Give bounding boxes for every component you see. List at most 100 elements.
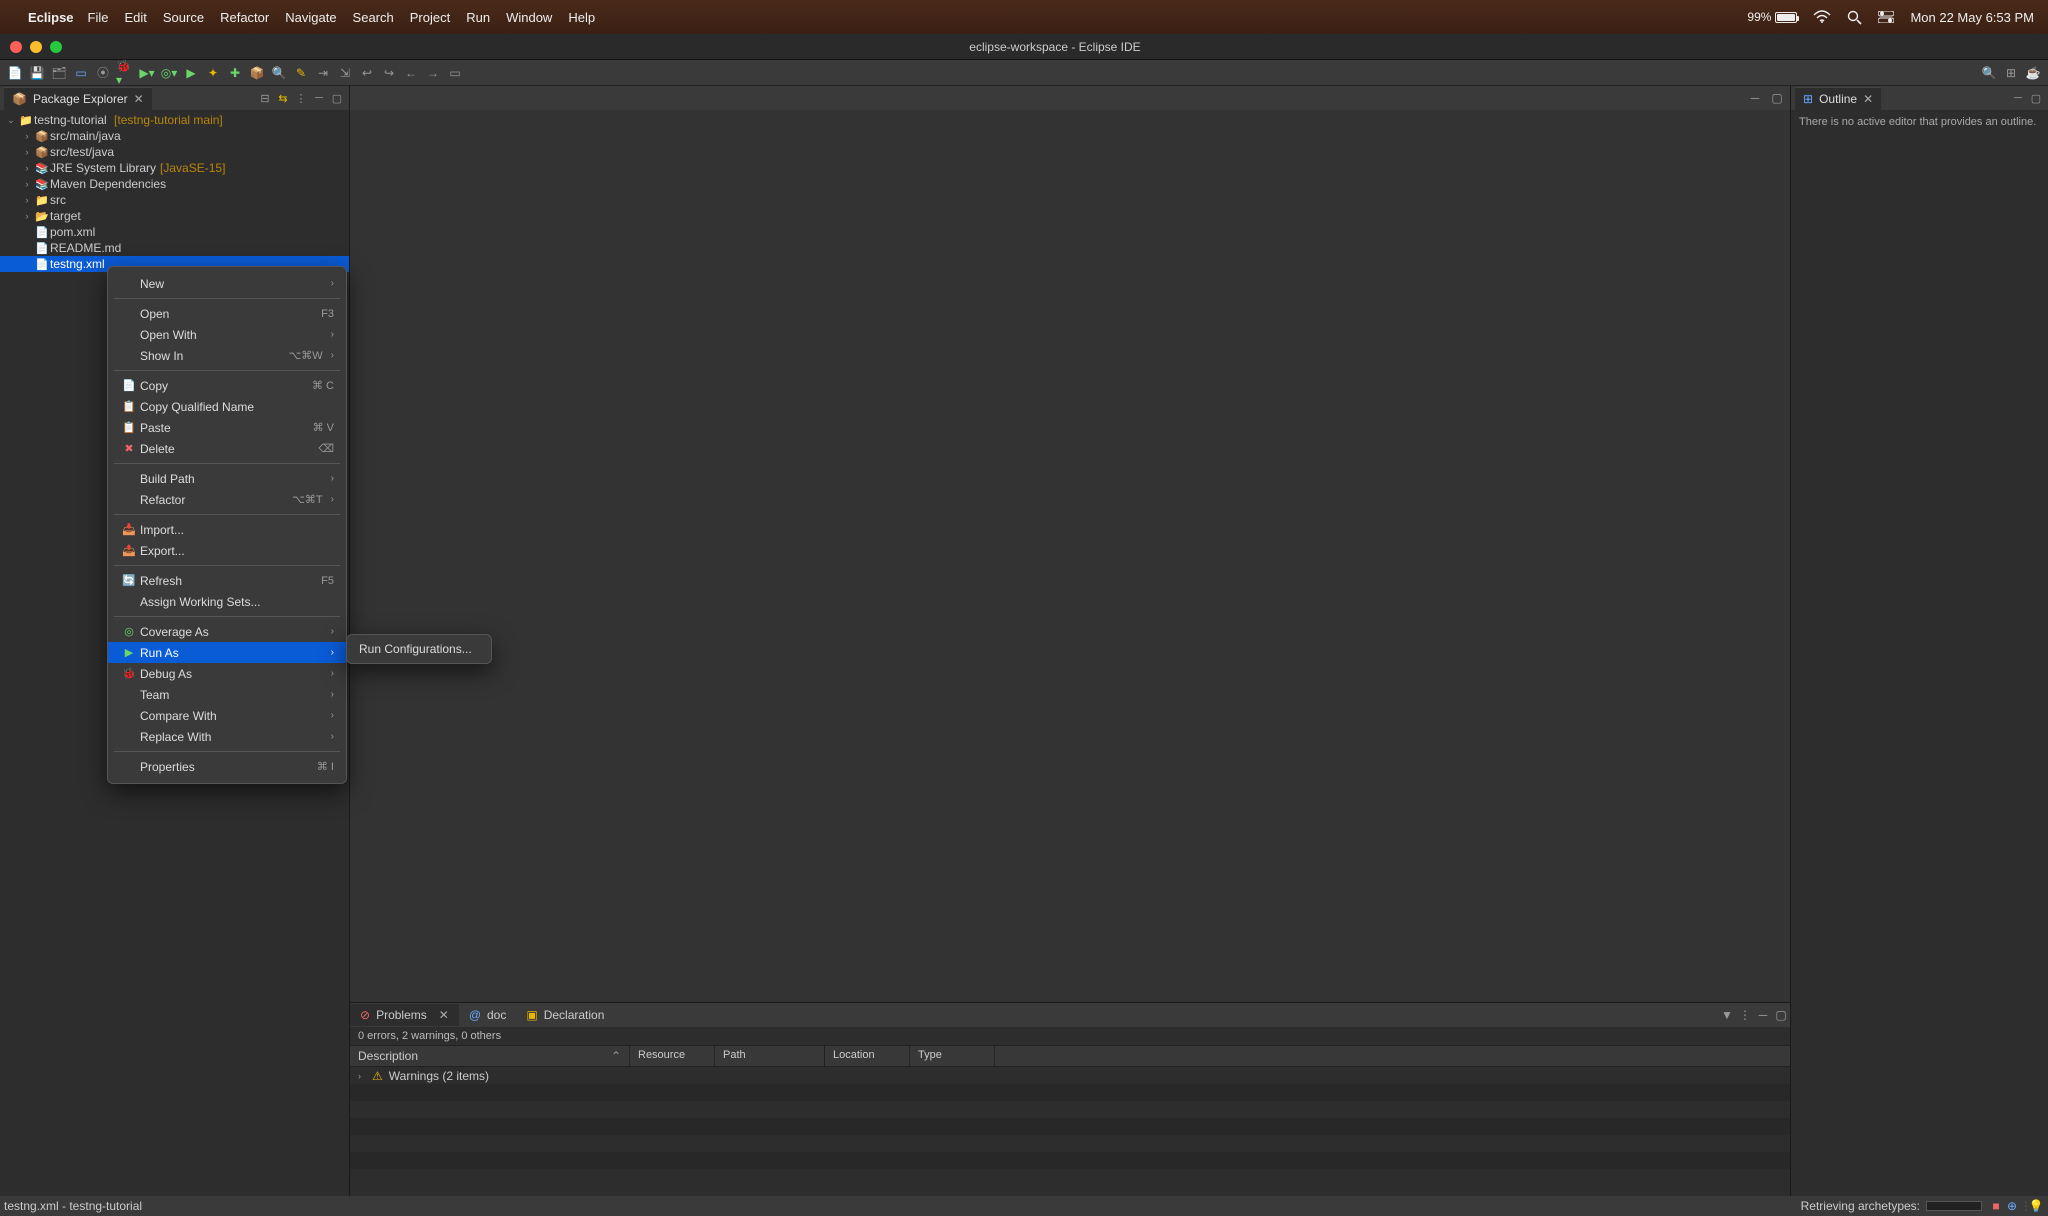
menu-properties[interactable]: Properties⌘ I <box>108 756 346 777</box>
chevron-right-icon[interactable]: › <box>20 147 34 157</box>
tip-icon[interactable]: 💡 <box>2028 1199 2044 1213</box>
menu-window[interactable]: Window <box>506 10 552 25</box>
spotlight-icon[interactable] <box>1847 10 1862 25</box>
col-resource[interactable]: Resource <box>630 1046 715 1066</box>
view-menu-icon[interactable]: ⋮ <box>293 90 309 106</box>
quick-access-icon[interactable]: 🔍 <box>1980 64 1998 82</box>
menu-run-configurations[interactable]: Run Configurations... <box>347 639 491 659</box>
close-icon[interactable]: ✕ <box>1863 92 1873 106</box>
col-type[interactable]: Type <box>910 1046 995 1066</box>
tree-item[interactable]: ›📁src <box>0 192 349 208</box>
chevron-down-icon[interactable]: ⌄ <box>4 115 18 126</box>
new-icon[interactable]: 📄 <box>6 64 24 82</box>
toggle-mark-icon[interactable]: ⇥ <box>314 64 332 82</box>
new-class-icon[interactable]: ✚ <box>226 64 244 82</box>
menu-export[interactable]: 📤Export... <box>108 540 346 561</box>
col-location[interactable]: Location <box>825 1046 910 1066</box>
tree-item[interactable]: ›📂target <box>0 208 349 224</box>
step-back-icon[interactable]: ↩ <box>358 64 376 82</box>
stop-icon[interactable]: ■ <box>1988 1199 2004 1213</box>
open-type-icon[interactable]: 🔍 <box>270 64 288 82</box>
new-java-icon[interactable]: ✦ <box>204 64 222 82</box>
toggle-breadcrumb-icon[interactable]: ▭ <box>72 64 90 82</box>
minimize-view-icon[interactable]: ─ <box>1754 1006 1772 1024</box>
menu-refresh[interactable]: 🔄RefreshF5 <box>108 570 346 591</box>
table-row[interactable]: ›⚠Warnings (2 items) <box>350 1067 1790 1084</box>
menu-run[interactable]: Run <box>466 10 490 25</box>
collapse-all-icon[interactable]: ⊟ <box>257 90 273 106</box>
tree-item[interactable]: ›📦src/main/java <box>0 128 349 144</box>
link-editor-icon[interactable]: ⇆ <box>275 90 291 106</box>
save-icon[interactable]: 💾 <box>28 64 46 82</box>
maximize-view-icon[interactable]: ▢ <box>1772 1006 1790 1024</box>
maximize-view-icon[interactable]: ▢ <box>2028 90 2044 106</box>
chevron-right-icon[interactable]: › <box>358 1071 372 1081</box>
package-explorer-tree[interactable]: ⌄ 📁 testng-tutorial [testng-tutorial mai… <box>0 110 349 274</box>
menu-source[interactable]: Source <box>163 10 204 25</box>
datetime[interactable]: Mon 22 May 6:53 PM <box>1910 10 2034 25</box>
menu-search[interactable]: Search <box>353 10 394 25</box>
back-icon[interactable]: ← <box>402 64 420 82</box>
forward-icon[interactable]: → <box>424 64 442 82</box>
menu-import[interactable]: 📥Import... <box>108 519 346 540</box>
chevron-right-icon[interactable]: › <box>20 163 34 173</box>
tab-javadoc[interactable]: @doc <box>459 1004 517 1026</box>
chevron-right-icon[interactable]: › <box>20 211 34 221</box>
tab-declaration[interactable]: ▣Declaration <box>516 1004 614 1026</box>
close-icon[interactable]: ✕ <box>134 92 144 106</box>
menu-help[interactable]: Help <box>568 10 595 25</box>
debug-dropdown-icon[interactable]: 🐞▾ <box>116 64 134 82</box>
menu-refactor[interactable]: Refactor⌥⌘T› <box>108 489 346 510</box>
minimize-view-icon[interactable]: ─ <box>311 90 327 106</box>
menu-open-with[interactable]: Open With› <box>108 324 346 345</box>
menu-project[interactable]: Project <box>410 10 450 25</box>
menu-open[interactable]: OpenF3 <box>108 303 346 324</box>
menu-new[interactable]: New› <box>108 273 346 294</box>
menu-edit[interactable]: Edit <box>124 10 146 25</box>
pin-icon[interactable]: ▭ <box>446 64 464 82</box>
maximize-editor-icon[interactable]: ▢ <box>1768 89 1786 107</box>
open-perspective-icon[interactable]: ⊞ <box>2002 64 2020 82</box>
menu-paste[interactable]: 📋Paste⌘ V <box>108 417 346 438</box>
chevron-right-icon[interactable]: › <box>20 195 34 205</box>
package-explorer-tab[interactable]: 📦Package Explorer✕ <box>4 87 152 110</box>
menu-build-path[interactable]: Build Path› <box>108 468 346 489</box>
menu-refactor[interactable]: Refactor <box>220 10 269 25</box>
minimize-editor-icon[interactable]: ─ <box>1746 89 1764 107</box>
tree-item[interactable]: 📄pom.xml <box>0 224 349 240</box>
chevron-right-icon[interactable]: › <box>20 131 34 141</box>
control-center-icon[interactable] <box>1878 11 1894 23</box>
menu-show-in[interactable]: Show In⌥⌘W› <box>108 345 346 366</box>
run-dropdown-icon[interactable]: ▶▾ <box>138 64 156 82</box>
save-all-icon[interactable]: 🗂 <box>50 64 68 82</box>
new-package-icon[interactable]: 📦 <box>248 64 266 82</box>
zoom-window-icon[interactable] <box>50 41 62 53</box>
menu-copy-qualified[interactable]: 📋Copy Qualified Name <box>108 396 346 417</box>
wifi-icon[interactable] <box>1813 10 1831 24</box>
menu-delete[interactable]: ✖Delete⌫ <box>108 438 346 459</box>
minimize-view-icon[interactable]: ─ <box>2010 90 2026 106</box>
coverage-dropdown-icon[interactable]: ◎▾ <box>160 64 178 82</box>
progress-view-icon[interactable]: ⊕ <box>2004 1199 2020 1213</box>
skip-breakpoints-icon[interactable]: ⦿ <box>94 64 112 82</box>
menu-file[interactable]: File <box>88 10 109 25</box>
outline-tab[interactable]: ⊞Outline✕ <box>1795 87 1881 110</box>
tree-item[interactable]: 📄README.md <box>0 240 349 256</box>
view-menu-icon[interactable]: ⋮ <box>1736 1006 1754 1024</box>
menu-assign-working-sets[interactable]: Assign Working Sets... <box>108 591 346 612</box>
col-path[interactable]: Path <box>715 1046 825 1066</box>
tree-item[interactable]: ›📦src/test/java <box>0 144 349 160</box>
maximize-view-icon[interactable]: ▢ <box>329 90 345 106</box>
chevron-right-icon[interactable]: › <box>20 179 34 189</box>
menu-coverage-as[interactable]: ◎Coverage As› <box>108 621 346 642</box>
app-name[interactable]: Eclipse <box>28 10 74 25</box>
close-icon[interactable]: ✕ <box>439 1008 449 1022</box>
menu-replace-with[interactable]: Replace With› <box>108 726 346 747</box>
menu-compare-with[interactable]: Compare With› <box>108 705 346 726</box>
search-icon[interactable]: ✎ <box>292 64 310 82</box>
filter-icon[interactable]: ▼ <box>1718 1006 1736 1024</box>
menu-run-as[interactable]: ▶Run As› <box>108 642 346 663</box>
menu-navigate[interactable]: Navigate <box>285 10 336 25</box>
java-perspective-icon[interactable]: ☕ <box>2024 64 2042 82</box>
tab-problems[interactable]: ⊘Problems✕ <box>350 1004 459 1026</box>
